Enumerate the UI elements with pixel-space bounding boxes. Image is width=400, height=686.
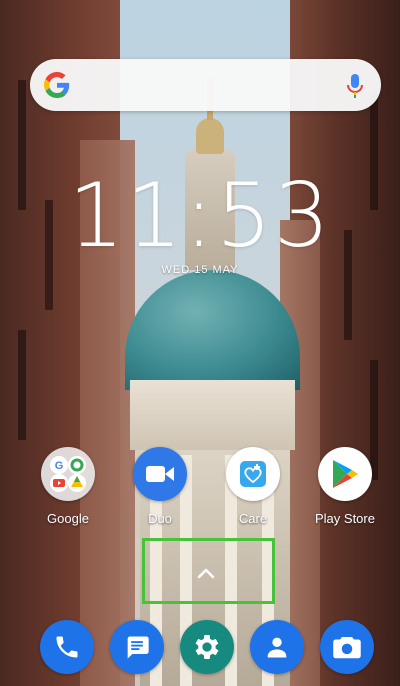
google-search-bar[interactable] <box>30 59 381 111</box>
wallpaper-cupola <box>196 118 224 154</box>
wallpaper-window <box>18 330 26 440</box>
home-screen: 11:53 WED 15 MAY G Google Duo Care Play … <box>0 0 400 686</box>
settings-icon <box>195 635 219 659</box>
selection-highlight <box>142 538 275 604</box>
app-label: Duo <box>148 511 172 526</box>
play-store-icon <box>318 447 372 501</box>
duo-icon <box>133 447 187 501</box>
app-label: Google <box>47 511 89 526</box>
google-g-icon <box>44 72 70 98</box>
care-icon <box>226 447 280 501</box>
dock-camera[interactable] <box>320 620 374 674</box>
messages-icon <box>127 636 149 659</box>
app-care[interactable]: Care <box>208 447 298 526</box>
clock-date[interactable]: WED 15 MAY <box>0 264 400 276</box>
app-label: Play Store <box>315 511 375 526</box>
contacts-icon <box>267 637 287 658</box>
clock-time[interactable]: 11:53 <box>0 168 400 264</box>
microphone-icon[interactable] <box>345 73 365 99</box>
camera-icon <box>333 637 361 659</box>
wallpaper-drum <box>130 380 295 450</box>
app-duo[interactable]: Duo <box>115 447 205 526</box>
phone-icon <box>56 636 78 658</box>
dock-settings[interactable] <box>180 620 234 674</box>
google-folder-icon: G <box>41 447 95 501</box>
app-google-folder[interactable]: G Google <box>23 447 113 526</box>
app-label: Care <box>238 511 268 526</box>
app-play-store[interactable]: Play Store <box>300 447 390 526</box>
dock-messages[interactable] <box>110 620 164 674</box>
dock-contacts[interactable] <box>250 620 304 674</box>
svg-text:G: G <box>55 460 64 472</box>
dock-phone[interactable] <box>40 620 94 674</box>
